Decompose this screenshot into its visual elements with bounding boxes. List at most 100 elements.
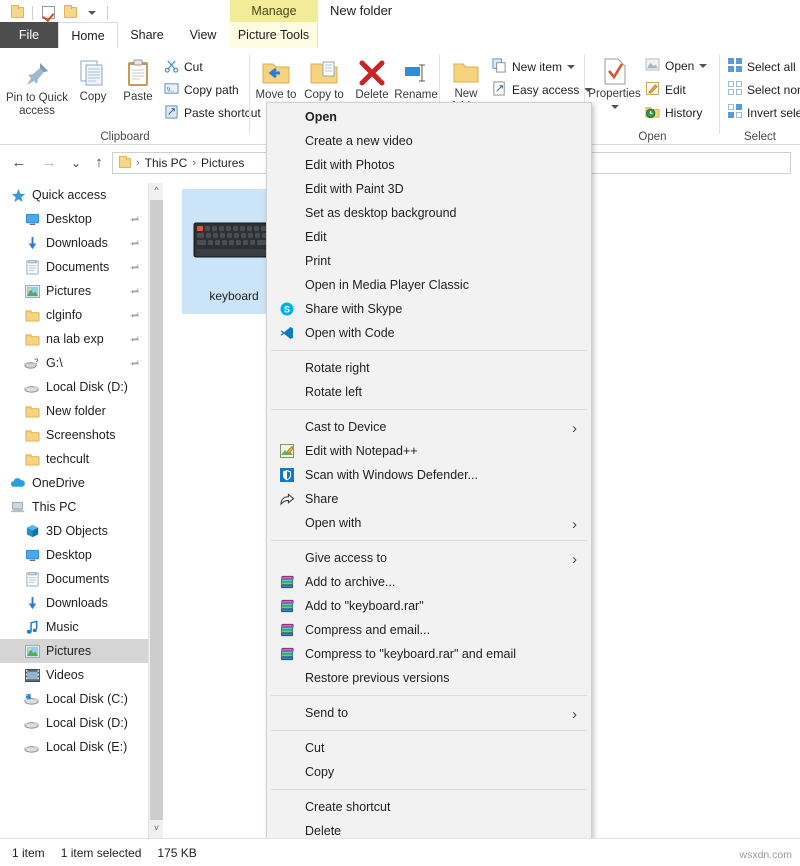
menu-item-open-with-code[interactable]: Open with Code bbox=[267, 321, 591, 345]
sidebar-item-documents[interactable]: Documents bbox=[0, 567, 148, 591]
move-to-button[interactable]: Move to bbox=[254, 54, 298, 102]
sidebar-item-videos[interactable]: Videos bbox=[0, 663, 148, 687]
edit-button[interactable]: Edit bbox=[645, 81, 686, 99]
menu-item-edit[interactable]: Edit bbox=[267, 225, 591, 249]
menu-item-create-shortcut[interactable]: Create shortcut bbox=[267, 795, 591, 819]
up-button[interactable]: ↑ bbox=[88, 153, 110, 173]
sidebar-item-onedrive[interactable]: OneDrive bbox=[0, 471, 148, 495]
open-button[interactable]: Open bbox=[645, 58, 707, 74]
menu-item-share[interactable]: Share bbox=[267, 487, 591, 511]
paste-button[interactable]: Paste bbox=[116, 54, 160, 104]
pin-icon[interactable] bbox=[125, 331, 142, 349]
copy-button[interactable]: Copy bbox=[72, 54, 114, 104]
breadcrumb-pictures[interactable]: Pictures bbox=[201, 156, 244, 170]
scroll-up-arrow[interactable]: ^ bbox=[149, 183, 164, 200]
scroll-down-arrow[interactable]: ˅ bbox=[149, 821, 164, 838]
menu-item-scan-with-windows-defender[interactable]: Scan with Windows Defender... bbox=[267, 463, 591, 487]
pin-icon[interactable] bbox=[125, 283, 142, 301]
properties-icon[interactable] bbox=[37, 2, 59, 24]
menu-item-send-to[interactable]: Send to› bbox=[267, 701, 591, 725]
history-button[interactable]: History bbox=[645, 104, 702, 122]
sidebar-item-desktop[interactable]: Desktop bbox=[0, 543, 148, 567]
menu-item-open-in-media-player-classic[interactable]: Open in Media Player Classic bbox=[267, 273, 591, 297]
paste-shortcut-button[interactable]: Paste shortcut bbox=[164, 104, 261, 122]
recent-locations-button[interactable]: ⌄ bbox=[65, 153, 87, 173]
easy-access-button[interactable]: Easy access bbox=[492, 81, 592, 99]
sidebar-item-3d-objects[interactable]: 3D Objects bbox=[0, 519, 148, 543]
menu-item-add-to-archive[interactable]: Add to archive... bbox=[267, 570, 591, 594]
sidebar-item-screenshots[interactable]: Screenshots bbox=[0, 423, 148, 447]
menu-item-open[interactable]: Open bbox=[267, 105, 591, 129]
rename-button[interactable]: Rename bbox=[394, 54, 438, 102]
menu-item-restore-previous-versions[interactable]: Restore previous versions bbox=[267, 666, 591, 690]
pin-icon[interactable] bbox=[125, 211, 142, 229]
menu-item-copy[interactable]: Copy bbox=[267, 760, 591, 784]
breadcrumb-this-pc[interactable]: This PC bbox=[145, 156, 188, 170]
sidebar-item-downloads[interactable]: Downloads bbox=[0, 591, 148, 615]
sidebar-item-downloads[interactable]: Downloads bbox=[0, 231, 148, 255]
sidebar-item-new-folder[interactable]: New folder bbox=[0, 399, 148, 423]
sidebar-item-pictures[interactable]: Pictures bbox=[0, 279, 148, 303]
pin-icon[interactable] bbox=[125, 307, 142, 325]
menu-item-open-with[interactable]: Open with› bbox=[267, 511, 591, 535]
sidebar-item-g[interactable]: ?G:\ bbox=[0, 351, 148, 375]
customize-dropdown-icon[interactable] bbox=[81, 2, 103, 24]
scrollbar-thumb[interactable] bbox=[150, 200, 163, 820]
sidebar-item-na-lab-exp[interactable]: na lab exp bbox=[0, 327, 148, 351]
sidebar-item-local-disk-c[interactable]: Local Disk (C:) bbox=[0, 687, 148, 711]
navigation-pane[interactable]: Quick accessDesktopDownloadsDocumentsPic… bbox=[0, 183, 148, 838]
pin-icon[interactable] bbox=[125, 259, 142, 277]
menu-item-create-a-new-video[interactable]: Create a new video bbox=[267, 129, 591, 153]
pin-icon[interactable] bbox=[125, 235, 142, 253]
invert-selection-button[interactable]: Invert selection bbox=[728, 104, 800, 121]
menu-item-edit-with-notepad[interactable]: Edit with Notepad++ bbox=[267, 439, 591, 463]
sidebar-item-pictures[interactable]: Pictures bbox=[0, 639, 148, 663]
menu-item-rotate-right[interactable]: Rotate right bbox=[267, 356, 591, 380]
tab-home[interactable]: Home bbox=[58, 22, 118, 48]
sidebar-item-local-disk-e[interactable]: Local Disk (E:) bbox=[0, 735, 148, 759]
sidebar-item-clginfo[interactable]: clginfo bbox=[0, 303, 148, 327]
menu-item-compress-and-email[interactable]: Compress and email... bbox=[267, 618, 591, 642]
delete-button[interactable]: Delete bbox=[350, 54, 394, 102]
properties-button[interactable]: Properties bbox=[587, 54, 642, 113]
tab-share[interactable]: Share bbox=[118, 22, 176, 48]
tab-file[interactable]: File bbox=[0, 22, 58, 48]
menu-item-share-with-skype[interactable]: SShare with Skype bbox=[267, 297, 591, 321]
tab-view[interactable]: View bbox=[176, 22, 230, 48]
new-item-button[interactable]: New item bbox=[492, 58, 575, 76]
menu-item-edit-with-paint-3d[interactable]: Edit with Paint 3D bbox=[267, 177, 591, 201]
select-all-button[interactable]: Select all bbox=[728, 58, 796, 75]
sidebar-item-documents[interactable]: Documents bbox=[0, 255, 148, 279]
menu-item-print[interactable]: Print bbox=[267, 249, 591, 273]
select-none-button[interactable]: Select none bbox=[728, 81, 800, 98]
menu-item-edit-with-photos[interactable]: Edit with Photos bbox=[267, 153, 591, 177]
sidebar-item-techcult[interactable]: techcult bbox=[0, 447, 148, 471]
menu-item-cast-to-device[interactable]: Cast to Device› bbox=[267, 415, 591, 439]
menu-item-add-to-keyboard-rar[interactable]: Add to "keyboard.rar" bbox=[267, 594, 591, 618]
sidebar-item-this-pc[interactable]: This PC bbox=[0, 495, 148, 519]
new-folder-icon[interactable] bbox=[59, 2, 81, 24]
forward-button[interactable]: → bbox=[38, 153, 60, 173]
chevron-down-icon[interactable] bbox=[699, 64, 707, 68]
menu-item-cut[interactable]: Cut bbox=[267, 736, 591, 760]
sidebar-item-desktop[interactable]: Desktop bbox=[0, 207, 148, 231]
navigation-scrollbar[interactable]: ^ ˅ bbox=[148, 183, 163, 838]
sidebar-item-music[interactable]: Music bbox=[0, 615, 148, 639]
copy-path-button[interactable]: \\.. Copy path bbox=[164, 81, 239, 99]
menu-item-compress-to-keyboard-rar-and-email[interactable]: Compress to "keyboard.rar" and email bbox=[267, 642, 591, 666]
menu-item-give-access-to[interactable]: Give access to› bbox=[267, 546, 591, 570]
cut-button[interactable]: Cut bbox=[164, 58, 203, 76]
chevron-down-icon[interactable] bbox=[567, 65, 575, 69]
copy-to-button[interactable]: Copy to bbox=[302, 54, 346, 102]
context-menu[interactable]: OpenCreate a new videoEdit with PhotosEd… bbox=[266, 102, 592, 866]
explorer-folder-icon[interactable] bbox=[6, 2, 28, 24]
back-button[interactable]: ← bbox=[8, 153, 30, 173]
menu-item-rotate-left[interactable]: Rotate left bbox=[267, 380, 591, 404]
pin-to-quick-access-button[interactable]: Pin to Quick access bbox=[4, 54, 70, 118]
sidebar-item-local-disk-d[interactable]: Local Disk (D:) bbox=[0, 711, 148, 735]
menu-item-set-as-desktop-background[interactable]: Set as desktop background bbox=[267, 201, 591, 225]
sidebar-item-quick-access[interactable]: Quick access bbox=[0, 183, 148, 207]
tab-picture-tools[interactable]: Picture Tools bbox=[230, 22, 318, 48]
sidebar-item-local-disk-d[interactable]: Local Disk (D:) bbox=[0, 375, 148, 399]
pin-icon[interactable] bbox=[125, 355, 142, 373]
